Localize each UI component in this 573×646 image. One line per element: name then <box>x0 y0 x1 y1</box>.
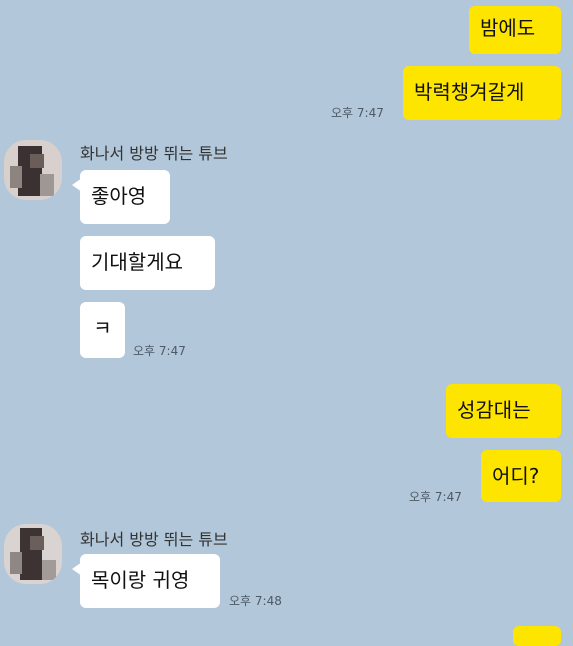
message-timestamp: 오후 7:48 <box>229 594 282 608</box>
my-message-bubble[interactable]: 어디? <box>481 450 561 502</box>
sender-name: 화나서 방방 뛰는 튜브 <box>80 530 228 549</box>
my-message-bubble[interactable]: 박력챙겨갈게 <box>403 66 561 120</box>
my-message-bubble[interactable]: 성감대는 <box>446 384 561 438</box>
their-message-bubble[interactable]: 기대할게요 <box>80 236 215 290</box>
their-message-bubble[interactable]: ㅋ <box>80 302 125 358</box>
message-timestamp: 오후 7:47 <box>133 344 186 358</box>
chat-screen: { "chat": { "sender_name": "화나서 방방 뛰는 튜브… <box>0 0 573 646</box>
message-timestamp: 오후 7:47 <box>409 490 462 504</box>
my-message-bubble[interactable]: 밤에도 <box>469 6 561 54</box>
their-message-bubble[interactable]: 좋아영 <box>80 170 170 224</box>
my-message-bubble[interactable] <box>513 626 561 646</box>
message-timestamp: 오후 7:47 <box>331 106 384 120</box>
their-message-bubble[interactable]: 목이랑 귀영 <box>80 554 220 608</box>
avatar[interactable] <box>4 524 62 584</box>
sender-name: 화나서 방방 뛰는 튜브 <box>80 144 228 163</box>
avatar[interactable] <box>4 140 62 200</box>
